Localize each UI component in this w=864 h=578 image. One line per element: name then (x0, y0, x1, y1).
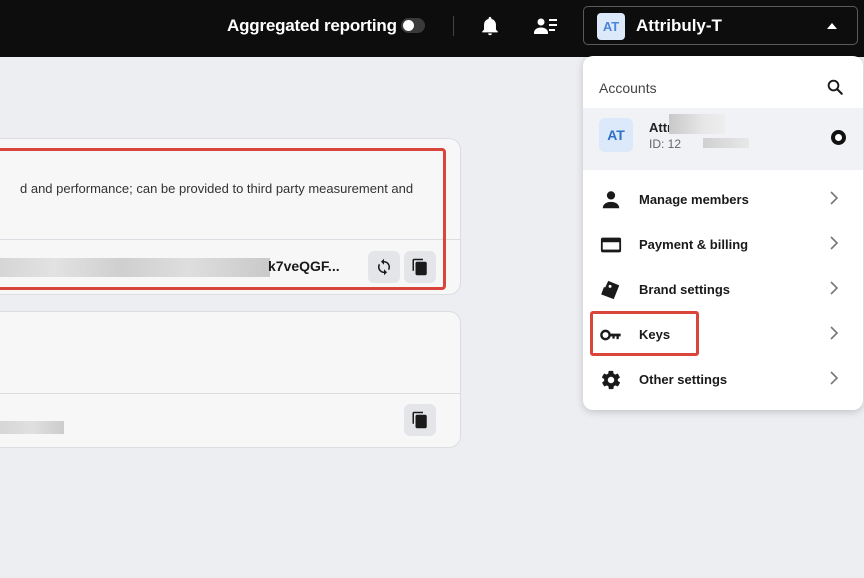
account-avatar: AT (597, 13, 625, 40)
menu-item-label: Other settings (639, 372, 728, 387)
redacted-name (669, 114, 725, 134)
account-row[interactable]: AT Attr ID: 12 (583, 108, 863, 170)
account-switcher-button[interactable]: AT Attribuly-T (583, 6, 858, 45)
highlight-box (590, 311, 699, 356)
account-radio-selected[interactable] (831, 130, 846, 145)
account-dropdown: Accounts AT Attr ID: 12 Manage members P… (583, 56, 863, 410)
aggregated-reporting-toggle[interactable] (401, 18, 425, 33)
redacted-id (703, 138, 749, 148)
top-bar: Aggregated reporting AT Attribuly-T (0, 0, 864, 57)
menu-item-label: Brand settings (639, 282, 731, 297)
toggle-knob (403, 20, 414, 31)
chevron-right-icon (830, 191, 839, 205)
bell-icon[interactable] (479, 14, 501, 38)
credit-card-icon (600, 237, 622, 253)
account-row-id: ID: 12 (649, 137, 682, 151)
chevron-right-icon (830, 281, 839, 295)
copy-key-button[interactable] (404, 404, 436, 436)
aggregated-reporting-label: Aggregated reporting (227, 16, 397, 35)
secondary-key-card (0, 311, 461, 448)
redacted-key (0, 421, 64, 434)
highlight-box (0, 148, 446, 290)
menu-item-other-settings[interactable]: Other settings (583, 357, 863, 402)
chevron-right-icon (830, 236, 839, 250)
menu-item-label: Manage members (639, 192, 749, 207)
card-divider (0, 393, 460, 394)
chevron-right-icon (830, 371, 839, 385)
account-avatar: AT (599, 118, 633, 152)
menu-item-payment-billing[interactable]: Payment & billing (583, 222, 863, 267)
account-name: Attribuly-T (636, 16, 722, 35)
person-icon (602, 191, 620, 209)
brand-tag-icon (601, 280, 620, 300)
chevron-right-icon (830, 326, 839, 340)
accounts-heading: Accounts (599, 80, 657, 96)
menu-item-label: Payment & billing (639, 237, 749, 252)
search-icon[interactable] (826, 78, 844, 96)
gear-icon (601, 370, 621, 390)
topbar-divider (453, 16, 454, 36)
caret-up-icon (827, 23, 837, 29)
contacts-icon[interactable] (534, 15, 558, 37)
menu-item-brand-settings[interactable]: Brand settings (583, 267, 863, 312)
menu-item-manage-members[interactable]: Manage members (583, 177, 863, 222)
copy-icon (412, 411, 427, 429)
